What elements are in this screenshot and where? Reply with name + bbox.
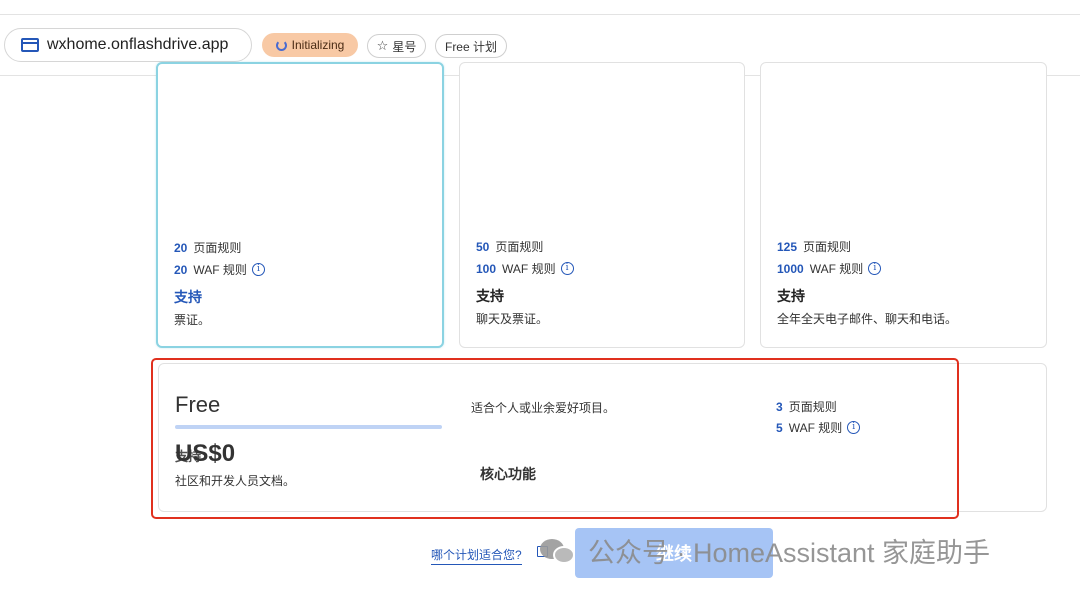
info-icon[interactable]: i — [868, 262, 882, 275]
page-rules-metric: 20 页面规则 — [174, 239, 241, 256]
page-rules-label: 页面规则 — [803, 240, 852, 254]
page-rules-metric: 50 页面规则 — [476, 238, 543, 255]
info-icon[interactable]: i — [251, 263, 265, 276]
support-heading: 支持 — [476, 288, 504, 304]
waf-rules-label: WAF 规则 — [809, 262, 864, 276]
domain-name: wxhome.onflashdrive.app — [47, 36, 229, 53]
star-icon: ☆ — [376, 38, 389, 53]
watermark-text: 公众号 · HomeAssistant 家庭助手 — [588, 537, 991, 568]
waf-rules-count: 20 — [174, 262, 188, 277]
status-badge: Initializing — [262, 33, 358, 57]
support-heading: 支持 — [777, 288, 805, 304]
status-badge-label: Initializing — [291, 38, 345, 52]
page-rules-label: 页面规则 — [495, 240, 544, 254]
support-text: 全年全天电子邮件、聊天和电话。 — [777, 312, 958, 326]
page-rules-metric: 125 页面规则 — [777, 238, 851, 255]
browser-window-icon — [21, 38, 39, 52]
waf-rules-count: 1000 — [777, 261, 804, 276]
plan-badge-label: Free 计划 — [444, 39, 497, 54]
plan-card-business[interactable]: 50 页面规则 100 WAF 规则 i 支持 聊天及票证。 — [459, 62, 745, 348]
refresh-icon — [275, 39, 287, 51]
star-button[interactable]: ☆ 星号 — [367, 34, 426, 58]
support-text: 聊天及票证。 — [476, 312, 549, 326]
watermark: 公众号 · HomeAssistant 家庭助手 — [540, 532, 990, 568]
waf-rules-label: WAF 规则 — [502, 262, 556, 276]
waf-rules-metric: 20 WAF 规则 i — [174, 261, 265, 278]
plan-card-enterprise[interactable]: 125 页面规则 1000 WAF 规则 i 支持 全年全天电子邮件、聊天和电话… — [760, 62, 1047, 348]
waf-rules-label: WAF 规则 — [193, 263, 247, 277]
support-text: 票证。 — [174, 313, 211, 327]
support-heading: 支持 — [174, 289, 202, 305]
waf-rules-count: 100 — [476, 261, 497, 276]
waf-rules-metric: 1000 WAF 规则 i — [777, 260, 882, 277]
page-rules-count: 125 — [777, 239, 798, 254]
page-rules-count: 20 — [174, 240, 188, 255]
which-plan-link[interactable]: 哪个计划适合您? — [431, 546, 522, 565]
star-label: 星号 — [392, 39, 417, 54]
domain-selector[interactable]: wxhome.onflashdrive.app — [4, 28, 252, 62]
info-icon[interactable]: i — [560, 262, 574, 275]
waf-rules-metric: 100 WAF 规则 i — [476, 260, 574, 277]
page-rules-count: 50 — [476, 239, 490, 254]
plan-badge[interactable]: Free 计划 — [435, 34, 507, 58]
wechat-logo-icon — [540, 535, 578, 565]
highlight-annotation-box — [151, 358, 959, 519]
page-rules-label: 页面规则 — [193, 241, 242, 255]
plan-card-pro[interactable]: 20 页面规则 20 WAF 规则 i 支持 票证。 — [156, 62, 444, 348]
